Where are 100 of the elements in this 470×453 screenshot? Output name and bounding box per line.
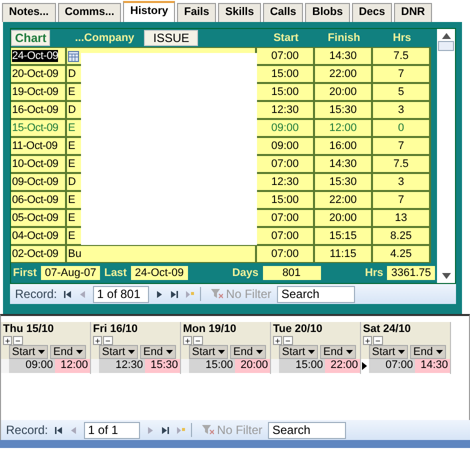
scroll-thumb[interactable] <box>438 41 454 51</box>
dropdown-icon <box>346 350 353 354</box>
company-cell-text: E <box>68 229 76 244</box>
dropdown-icon <box>436 350 443 354</box>
company-cell-text: E <box>68 157 76 172</box>
day-title: Thu 15/10 <box>3 323 54 335</box>
column-header[interactable]: Start <box>369 345 408 359</box>
hours-cell: 7.5 <box>373 47 431 65</box>
day-title: Fri 16/10 <box>93 323 138 335</box>
hours-cell: 7 <box>373 65 431 83</box>
finish-cell: 12:00 <box>315 119 373 137</box>
hours-cell: 4.25 <box>373 245 431 263</box>
tab[interactable]: Fails <box>177 3 216 22</box>
finish-cell: 20:00 <box>315 209 373 227</box>
dropdown-icon <box>38 350 46 354</box>
start-cell: 09:00 <box>257 137 315 155</box>
day-title: Sat 24/10 <box>363 323 411 335</box>
company-cell-text: E <box>68 211 76 226</box>
column-header: Start <box>272 32 300 44</box>
chart-button[interactable]: Chart <box>11 30 50 46</box>
finish-cell: 16:00 <box>315 137 373 155</box>
record-selector[interactable] <box>361 359 369 373</box>
expand-button[interactable]: + <box>93 336 102 345</box>
first-record-icon[interactable] <box>54 426 64 434</box>
tab[interactable]: Calls <box>262 3 304 22</box>
dropdown-icon <box>166 350 173 354</box>
expand-button[interactable]: + <box>3 336 12 345</box>
issue-button[interactable]: ISSUE <box>144 30 198 46</box>
search-field[interactable]: Search <box>268 422 346 438</box>
column-header[interactable]: End <box>320 345 356 359</box>
column-header[interactable]: End <box>230 345 266 359</box>
record-label: Record: <box>15 287 58 301</box>
hours-cell: 5 <box>373 83 431 101</box>
hours-cell: 7.5 <box>373 155 431 173</box>
finish-cell: 11:15 <box>315 245 373 263</box>
last-record-icon[interactable] <box>161 426 170 434</box>
funnel-icon <box>202 425 214 435</box>
tab[interactable]: Skills <box>218 3 261 22</box>
finish-cell: 20:00 <box>315 83 373 101</box>
tab[interactable]: Notes... <box>2 3 56 22</box>
hours-cell: 0 <box>373 119 431 137</box>
column-header[interactable]: Start <box>9 345 48 359</box>
record-label: Record: <box>6 423 48 437</box>
collapse-button[interactable]: − <box>283 336 293 345</box>
column-header: Hrs <box>392 32 412 44</box>
record-position-field[interactable]: 1 of 1 <box>84 422 140 438</box>
new-record-icon[interactable] <box>185 290 194 298</box>
calendar-icon <box>68 50 79 62</box>
company-cell-text: E <box>68 121 76 136</box>
column-header[interactable]: End <box>140 345 176 359</box>
dropdown-icon <box>398 350 406 354</box>
previous-record-icon[interactable] <box>78 290 88 298</box>
last-record-icon[interactable] <box>170 290 180 298</box>
first-label: First <box>13 267 37 279</box>
tab[interactable]: History <box>123 1 176 22</box>
search-field[interactable]: Search <box>277 286 356 302</box>
collapse-button[interactable]: − <box>193 336 203 345</box>
collapse-button[interactable]: − <box>373 336 383 345</box>
record-position-field[interactable]: 1 of 801 <box>93 286 150 302</box>
tab[interactable]: Blobs <box>305 3 350 22</box>
column-header[interactable]: End <box>50 345 86 359</box>
date-cell[interactable]: 24-Oct-09 <box>12 50 58 62</box>
hours-cell: 3 <box>373 101 431 119</box>
start-cell: 09:00 <box>9 359 55 373</box>
column-header[interactable]: End <box>410 345 446 359</box>
previous-record-icon[interactable] <box>69 426 78 434</box>
start-cell: 15:00 <box>279 359 325 373</box>
finish-cell: 15:30 <box>315 173 373 191</box>
company-cell-text: E <box>68 193 76 208</box>
last-date-field: 24-Oct-09 <box>130 266 188 280</box>
tab[interactable]: Comms... <box>58 3 122 22</box>
scroll-down-icon[interactable] <box>442 273 451 279</box>
funnel-icon <box>211 289 224 299</box>
start-cell: 15:00 <box>189 359 235 373</box>
end-cell: 20:00 <box>235 359 270 373</box>
scroll-up-icon[interactable] <box>442 33 451 39</box>
new-record-icon[interactable] <box>176 426 186 434</box>
column-header[interactable]: Start <box>279 345 318 359</box>
tab[interactable]: Decs <box>352 3 392 22</box>
first-record-icon[interactable] <box>63 290 72 298</box>
scrollbar[interactable] <box>437 29 455 283</box>
day-title: Mon 19/10 <box>183 323 236 335</box>
collapse-button[interactable]: − <box>103 336 113 345</box>
tab[interactable]: DNR <box>394 3 432 22</box>
expand-button[interactable]: + <box>273 336 282 345</box>
hours-cell: 7 <box>373 137 431 155</box>
column-header[interactable]: Start <box>189 345 228 359</box>
hours-cell: 8.25 <box>373 227 431 245</box>
expand-button[interactable]: + <box>183 336 192 345</box>
start-cell: 07:00 <box>257 47 315 65</box>
hours-label: Hrs <box>364 267 384 279</box>
collapse-button[interactable]: − <box>13 336 23 345</box>
column-header[interactable]: Start <box>99 345 138 359</box>
expand-button[interactable]: + <box>363 336 372 345</box>
next-record-icon[interactable] <box>155 290 164 298</box>
finish-cell: 14:30 <box>315 47 373 65</box>
hours-cell: 13 <box>373 209 431 227</box>
hours-total-field: 3361.75 <box>387 266 436 280</box>
dropdown-icon <box>218 350 226 354</box>
start-cell: 12:30 <box>99 359 145 373</box>
